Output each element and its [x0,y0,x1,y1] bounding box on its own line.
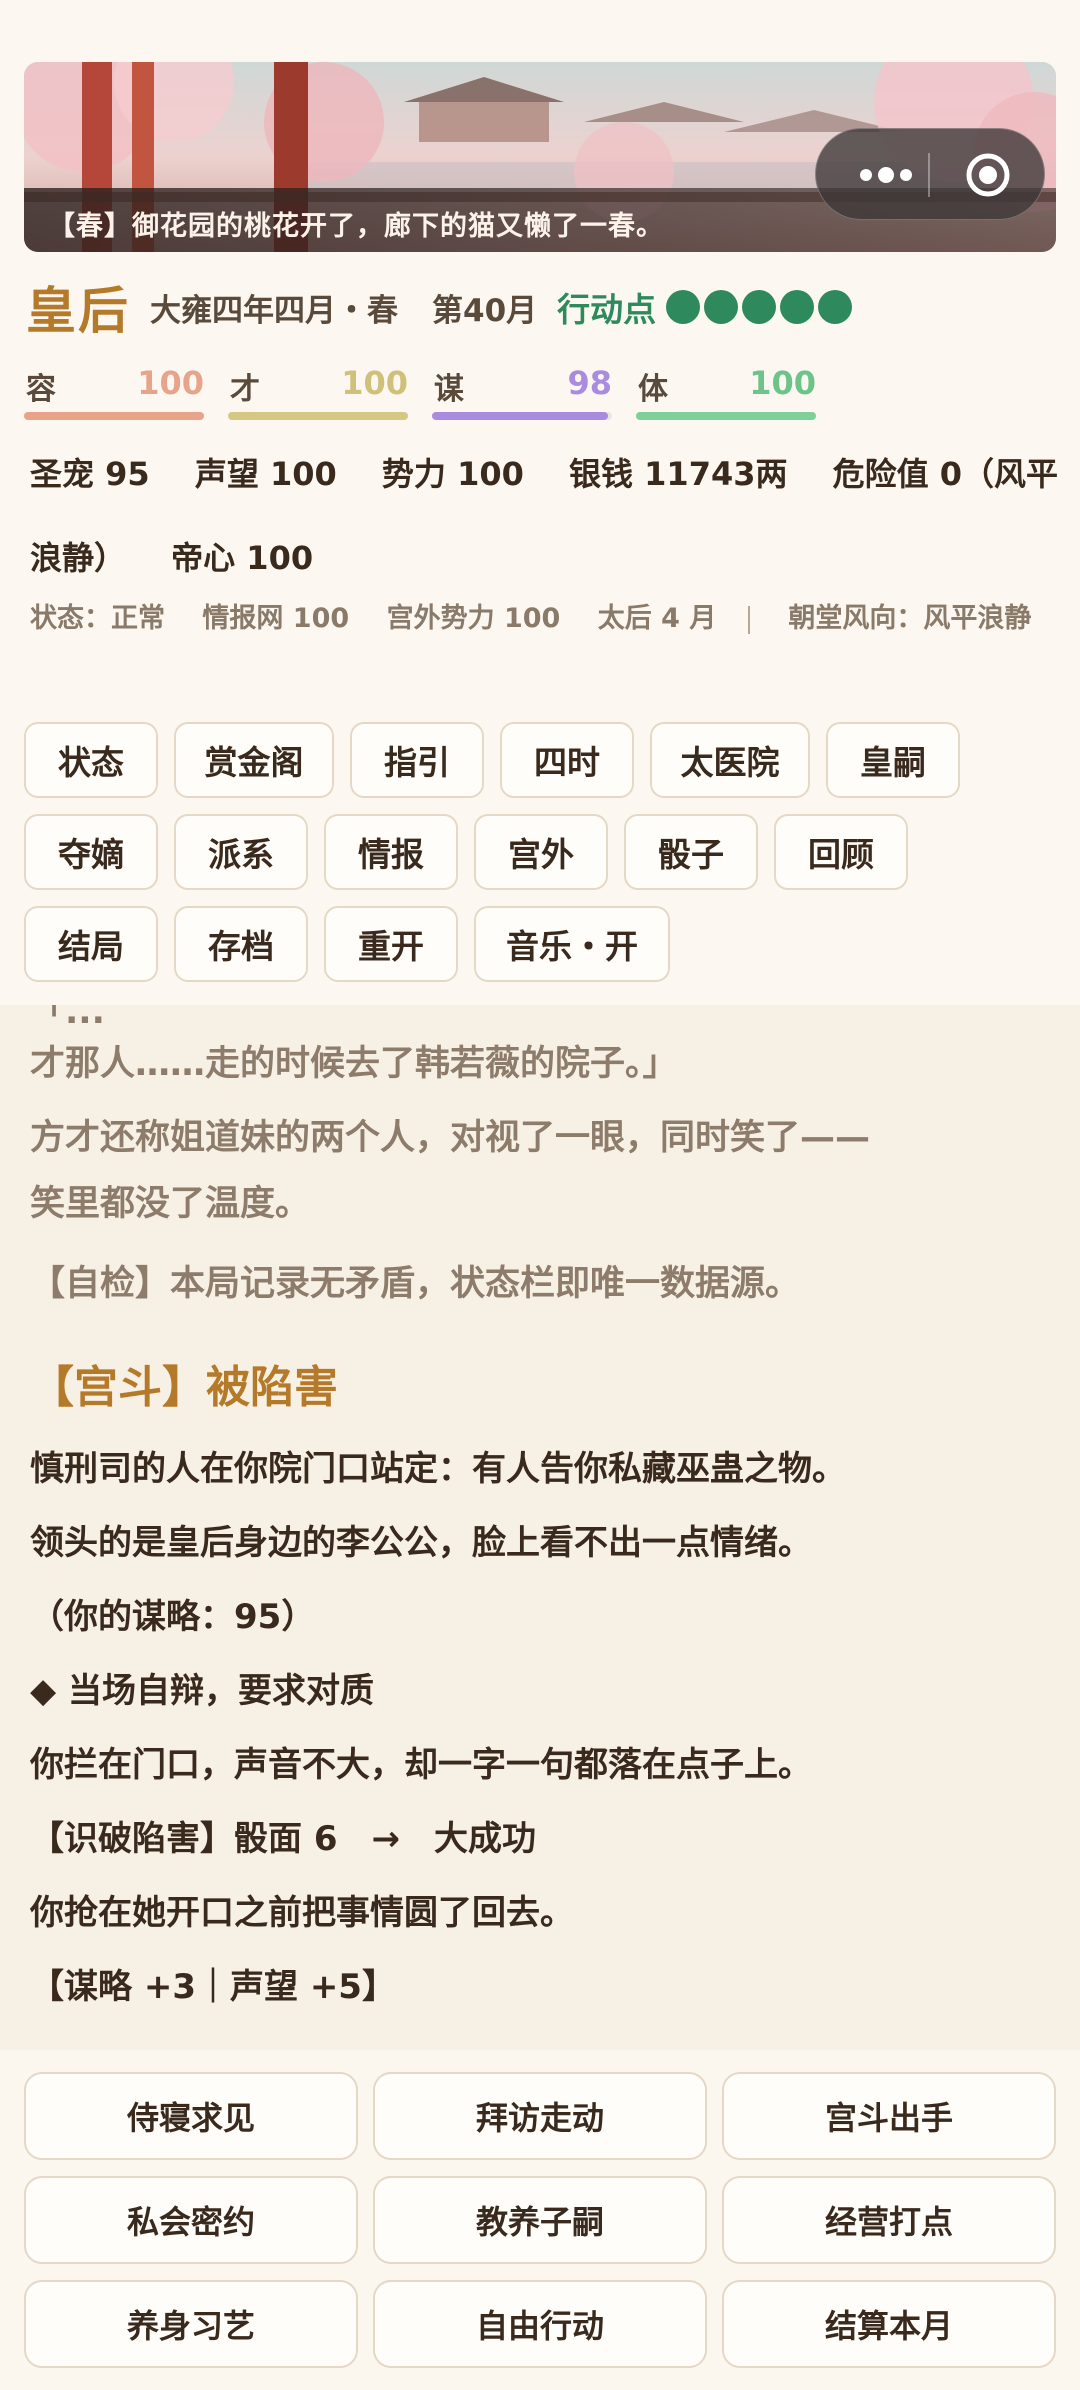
menu-seasons-button[interactable]: 四时 [500,722,634,798]
stat-bar-fill [24,412,204,420]
stat-bar-track [24,412,204,420]
stat-change-summary: 【谋略 +3｜声望 +5】 [30,1967,396,2007]
menu-bounty-button[interactable]: 赏金阁 [174,722,334,798]
status-panel: 【春】御花园的桃花开了，廊下的猫又懒了一春。 皇后 大雍四年四月・春 第40月 … [0,0,1080,1005]
stat-bar-fill [228,412,408,420]
menu-restart-button[interactable]: 重开 [324,906,458,982]
stat-beauty: 容 100 [24,360,204,420]
stat-value: 98 [567,364,612,402]
stat-name: 谋 [434,372,464,407]
action-free-button[interactable]: 自由行动 [373,2280,707,2368]
menu-guide-button[interactable]: 指引 [350,722,484,798]
capsule-divider [928,153,930,197]
menu-physician-button[interactable]: 太医院 [650,722,810,798]
stat-value: 100 [341,364,408,402]
stat-bar-track [432,412,612,420]
action-attend-button[interactable]: 侍寝求见 [24,2072,358,2160]
favor-value: 圣宠 95 [30,455,150,493]
stat-name: 容 [26,372,56,407]
menu-intel-button[interactable]: 情报 [324,814,458,890]
stat-value: 100 [137,364,204,402]
stat-bar-track [636,412,816,420]
stat-name: 体 [638,372,668,407]
function-menu: 状态 赏金阁 指引 四时 太医院 皇嗣 夺嫡 派系 情报 宫外 骰子 回顾 结局… [24,722,1064,998]
resource-summary: 圣宠 95 声望 100 势力 100 银钱 11743两 危险值 0（风平浪静… [30,432,1060,600]
action-points-dots [666,290,856,324]
action-visit-button[interactable]: 拜访走动 [373,2072,707,2160]
action-end-month-button[interactable]: 结算本月 [722,2280,1056,2368]
menu-status-button[interactable]: 状态 [24,722,158,798]
court-trend: 朝堂风向：风平浪静 [788,603,1032,634]
target-icon[interactable] [964,151,1012,199]
status-summary: 状态：正常 情报网 100 宫外势力 100 太后 4 月 朝堂风向：风平浪静 [30,584,1060,654]
strategy-check: （你的谋略：95） [30,1597,316,1637]
action-point-dot [780,290,815,324]
emperor-heart-value: 帝心 100 [171,539,314,577]
story-line: 你拦在门口，声音不大，却一字一句都落在点子上。 [30,1745,812,1785]
menu-row: 状态 赏金阁 指引 四时 太医院 皇嗣 [24,722,1064,798]
menu-review-button[interactable]: 回顾 [774,814,908,890]
stat-bar-fill [636,412,816,420]
story-line: 你抢在她开口之前把事情圆了回去。 [30,1893,574,1933]
stat-value: 100 [749,364,816,402]
action-scheme-button[interactable]: 宫斗出手 [722,2072,1056,2160]
action-train-button[interactable]: 养身习艺 [24,2280,358,2368]
stat-health: 体 100 [636,360,816,420]
stat-bar-track [228,412,408,420]
stat-bar-fill [432,412,609,420]
story-line-cut: 「... [30,1005,105,1032]
self-check-note: 【自检】本局记录无矛盾，状态栏即唯一数据源。 [30,1264,801,1304]
menu-outside-button[interactable]: 宫外 [474,814,608,890]
story-line: 领头的是皇后身边的李公公，脸上看不出一点情绪。 [30,1523,812,1563]
action-points-label: 行动点 [557,290,657,329]
more-dots-icon[interactable] [846,159,936,191]
power-value: 势力 100 [381,455,524,493]
menu-save-button[interactable]: 存档 [174,906,308,982]
divider [748,605,751,634]
chosen-option: ◆ 当场自辩，要求对质 [30,1671,374,1711]
game-date: 大雍四年四月・春 [150,292,398,329]
stat-name: 才 [230,372,260,407]
stat-strategy: 谋 98 [432,360,612,420]
action-point-dot [704,290,739,324]
outside-power-value: 宫外势力 100 [386,603,561,634]
action-secret-meet-button[interactable]: 私会密约 [24,2176,358,2264]
action-point-dot [666,290,701,324]
empress-dowager-value: 太后 4 月 [597,603,717,634]
prestige-value: 声望 100 [194,455,337,493]
condition-status: 状态：正常 [30,603,165,634]
event-heading: 【宫斗】被陷害 [30,1362,338,1413]
action-point-dot [742,290,777,324]
dice-result: 【识破陷害】骰面 6 → 大成功 [30,1819,536,1859]
menu-factions-button[interactable]: 派系 [174,814,308,890]
action-raise-heirs-button[interactable]: 教养子嗣 [373,2176,707,2264]
action-manage-button[interactable]: 经营打点 [722,2176,1056,2264]
menu-dice-button[interactable]: 骰子 [624,814,758,890]
menu-succession-button[interactable]: 夺嫡 [24,814,158,890]
attribute-bars: 容 100 才 100 谋 98 体 100 [24,360,844,420]
story-line: 笑里都没了温度。 [30,1184,311,1224]
story-line: 慎刑司的人在你院门口站定：有人告你私藏巫蛊之物。 [30,1449,846,1489]
menu-ending-button[interactable]: 结局 [24,906,158,982]
action-point-dot [818,290,853,324]
story-log[interactable]: 「... 才那人……走的时候去了韩若薇的院子。」 方才还称姐道妹的两个人，对视了… [0,1005,1080,2050]
silver-value: 银钱 11743两 [569,455,788,493]
mini-program-capsule [815,128,1045,220]
story-line: 才那人……走的时候去了韩若薇的院子。」 [30,1044,678,1084]
menu-row: 夺嫡 派系 情报 宫外 骰子 回顾 [24,814,1064,890]
month-counter: 第40月 [432,292,538,329]
menu-row: 结局 存档 重开 音乐・开 [24,906,1064,982]
menu-heirs-button[interactable]: 皇嗣 [826,722,960,798]
title-row: 皇后 大雍四年四月・春 第40月 行动点 [26,272,1066,342]
intel-network-value: 情报网 100 [202,603,350,634]
story-line: 方才还称姐道妹的两个人，对视了一眼，同时笑了—— [30,1118,871,1158]
menu-music-toggle[interactable]: 音乐・开 [474,906,670,982]
player-role: 皇后 [26,282,130,340]
action-grid: 侍寝求见 拜访走动 宫斗出手 私会密约 教养子嗣 经营打点 养身习艺 自由行动 … [0,2050,1080,2390]
stat-talent: 才 100 [228,360,408,420]
